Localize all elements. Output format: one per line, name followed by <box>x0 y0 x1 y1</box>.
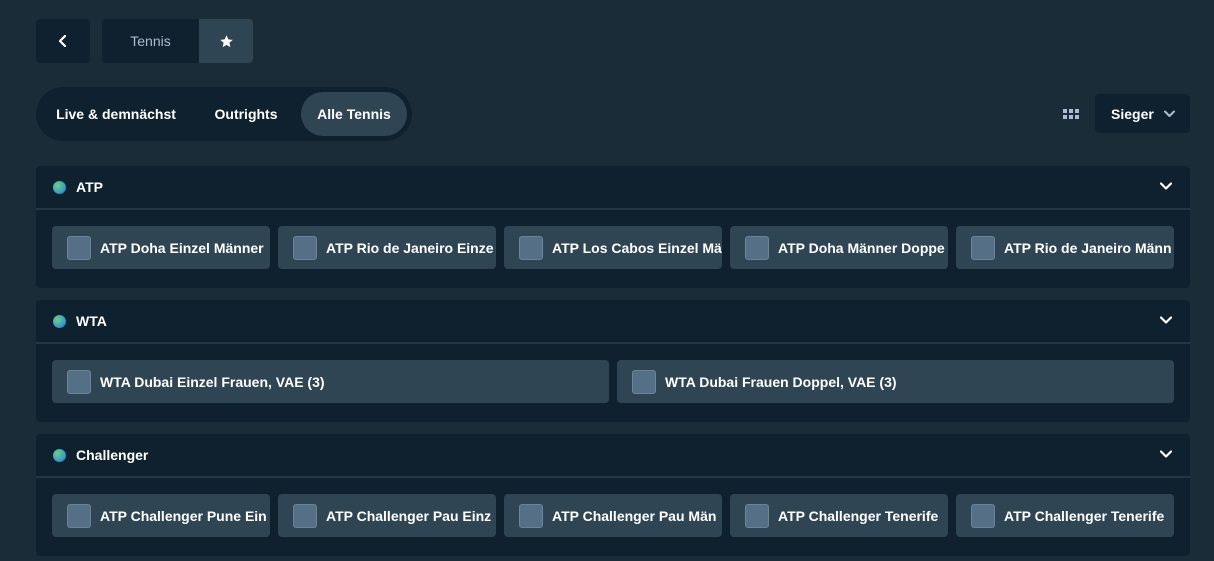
section-title: ATP <box>76 179 103 195</box>
star-icon <box>219 34 233 47</box>
chevron-down-icon[interactable] <box>1160 450 1172 458</box>
checkbox[interactable] <box>519 235 543 260</box>
checkbox[interactable] <box>293 235 317 260</box>
checkbox[interactable] <box>745 235 769 260</box>
tournament-label: ATP Doha Männer Doppe <box>778 239 945 256</box>
section-title: Challenger <box>76 447 149 463</box>
section-wta: WTA WTA Dubai Einzel Frauen, VAE (3) WTA… <box>36 300 1190 422</box>
tournament-label: ATP Challenger Pau Einz <box>326 507 492 524</box>
globe-icon <box>53 314 66 328</box>
tournament-card[interactable]: ATP Challenger Pau Einz <box>278 494 496 537</box>
tournament-label: ATP Challenger Pau Män <box>552 507 717 524</box>
chevron-down-icon[interactable] <box>1160 316 1172 324</box>
checkbox[interactable] <box>67 503 91 528</box>
checkbox[interactable] <box>971 503 995 528</box>
section-atp: ATP ATP Doha Einzel Männer ATP Rio de Ja… <box>36 166 1190 288</box>
tournament-label: ATP Rio de Janeiro Einze <box>326 239 494 256</box>
tournament-card[interactable]: ATP Doha Einzel Männer <box>52 226 270 269</box>
checkbox[interactable] <box>519 503 543 528</box>
grid-view-icon[interactable] <box>1063 109 1079 119</box>
market-select-value: Sieger <box>1111 105 1154 122</box>
chevron-down-icon <box>1163 110 1175 117</box>
tab-live-upcoming[interactable]: Live & demnächst <box>41 92 191 136</box>
tournament-label: ATP Challenger Tenerife <box>778 507 939 524</box>
tournament-card[interactable]: ATP Doha Männer Doppe <box>730 226 948 269</box>
tab-all-tennis[interactable]: Alle Tennis <box>301 92 407 136</box>
chevron-left-icon <box>58 35 67 47</box>
favorite-button[interactable] <box>199 19 253 63</box>
tab-outrights[interactable]: Outrights <box>191 92 301 136</box>
checkbox[interactable] <box>67 235 91 260</box>
checkbox[interactable] <box>745 503 769 528</box>
tournament-label: ATP Challenger Pune Ein <box>100 507 267 524</box>
tournament-label: WTA Dubai Einzel Frauen, VAE (3) <box>100 373 325 390</box>
tournament-label: ATP Rio de Janeiro Männ <box>1004 239 1172 256</box>
section-challenger: Challenger ATP Challenger Pune Ein ATP C… <box>36 434 1190 556</box>
tournament-label: ATP Los Cabos Einzel Mä <box>552 239 722 256</box>
section-header-atp[interactable]: ATP <box>36 166 1190 210</box>
tournament-card[interactable]: ATP Los Cabos Einzel Mä <box>504 226 722 269</box>
section-header-wta[interactable]: WTA <box>36 300 1190 344</box>
tournament-card[interactable]: ATP Rio de Janeiro Männ <box>956 226 1174 269</box>
section-header-challenger[interactable]: Challenger <box>36 434 1190 478</box>
globe-icon <box>53 180 66 194</box>
tournament-card[interactable]: ATP Rio de Janeiro Einze <box>278 226 496 269</box>
checkbox[interactable] <box>293 503 317 528</box>
back-button[interactable] <box>36 19 90 63</box>
market-select[interactable]: Sieger <box>1095 94 1190 133</box>
tournament-card[interactable]: WTA Dubai Frauen Doppel, VAE (3) <box>617 360 1174 403</box>
tab-group: Live & demnächst Outrights Alle Tennis <box>36 87 412 141</box>
checkbox[interactable] <box>971 235 995 260</box>
top-nav: Tennis <box>36 19 253 63</box>
tournament-label: ATP Doha Einzel Männer <box>100 239 264 256</box>
breadcrumb-tennis[interactable]: Tennis <box>102 19 199 63</box>
tournament-card[interactable]: ATP Challenger Pau Män <box>504 494 722 537</box>
tournament-card[interactable]: ATP Challenger Tenerife <box>956 494 1174 537</box>
tournament-card[interactable]: ATP Challenger Pune Ein <box>52 494 270 537</box>
tournament-label: WTA Dubai Frauen Doppel, VAE (3) <box>665 373 897 390</box>
globe-icon <box>53 448 66 462</box>
checkbox[interactable] <box>632 369 656 394</box>
tournament-card[interactable]: WTA Dubai Einzel Frauen, VAE (3) <box>52 360 609 403</box>
chevron-down-icon[interactable] <box>1160 182 1172 190</box>
checkbox[interactable] <box>67 369 91 394</box>
tournament-card[interactable]: ATP Challenger Tenerife <box>730 494 948 537</box>
tournament-label: ATP Challenger Tenerife <box>1004 507 1165 524</box>
section-title: WTA <box>76 313 107 329</box>
